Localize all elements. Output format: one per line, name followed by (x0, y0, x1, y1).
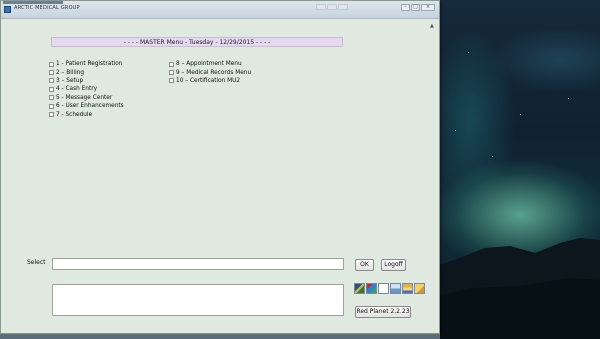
ok-button[interactable]: OK (355, 259, 374, 271)
menu-item-label: 2 – Billing (56, 69, 85, 76)
close-icon (338, 4, 348, 10)
menu-item-label: 3 – Setup (56, 77, 84, 84)
checkbox-icon[interactable] (49, 78, 54, 84)
menu-item-label: 9 – Medical Records Menu (176, 69, 252, 76)
menu-item-label: 10 – Certification MU2 (176, 77, 241, 84)
select-input[interactable] (52, 258, 344, 270)
menu-item-patient-registration[interactable]: 1 - Patient Registration (49, 60, 124, 68)
checkbox-icon[interactable] (49, 103, 54, 109)
menu-item-label: 7 - Schedule (56, 111, 93, 118)
checkbox-icon[interactable] (49, 70, 54, 76)
menu-item-certification-mu2[interactable]: 10 – Certification MU2 (169, 77, 251, 85)
window-title: ARCTIC MEDICAL GROUP (14, 5, 80, 11)
title-bar[interactable]: ARCTIC MEDICAL GROUP – □ × (1, 1, 439, 19)
checkbox-icon[interactable] (49, 112, 54, 118)
folder-icon[interactable] (414, 283, 425, 294)
background-window-controls (316, 4, 348, 10)
checkbox-icon[interactable] (169, 70, 174, 76)
menu-item-label: 8 – Appointment Menu (176, 61, 242, 68)
menu-item-billing[interactable]: 2 – Billing (49, 68, 124, 76)
menu-item-appointment-menu[interactable]: 8 – Appointment Menu (169, 60, 251, 68)
menu-item-message-center[interactable]: 5 - Message Center (49, 94, 124, 102)
menu-item-medical-records-menu[interactable]: 9 – Medical Records Menu (169, 68, 251, 76)
app-icon (4, 6, 11, 13)
checkbox-icon[interactable] (49, 61, 54, 67)
blank-page-icon[interactable] (378, 283, 389, 294)
checkbox-icon[interactable] (49, 86, 54, 92)
app-window: ARCTIC MEDICAL GROUP – □ × ▲ - - - - MAS… (0, 0, 440, 334)
color-grid-icon[interactable] (366, 283, 377, 294)
menu-item-cash-entry[interactable]: 4 - Cash Entry (49, 85, 124, 93)
menu-item-label: 6 - User Enhancements (56, 103, 124, 110)
menu-item-label: 1 - Patient Registration (56, 61, 123, 68)
message-area[interactable] (52, 284, 344, 316)
menu-item-schedule[interactable]: 7 - Schedule (49, 110, 124, 118)
menu-item-user-enhancements[interactable]: 6 - User Enhancements (49, 102, 124, 110)
mountain-silhouette (430, 238, 600, 339)
taskbar-edge (0, 334, 440, 339)
version-button[interactable]: Red Planet 2.2.23 (355, 306, 411, 318)
menu-column-right: 8 – Appointment Menu 9 – Medical Records… (169, 60, 251, 85)
checkbox-icon[interactable] (49, 95, 54, 101)
scroll-up-icon[interactable]: ▲ (430, 23, 434, 29)
minimize-button[interactable]: – (401, 4, 410, 11)
menu-item-label: 5 - Message Center (56, 94, 113, 101)
select-label: Select (27, 259, 46, 266)
palette-icon[interactable] (354, 283, 365, 294)
menu-column-left: 1 - Patient Registration 2 – Billing 3 –… (49, 60, 124, 119)
menu-item-label: 4 - Cash Entry (56, 86, 98, 93)
checkbox-icon[interactable] (169, 78, 174, 84)
menu-item-setup[interactable]: 3 – Setup (49, 77, 124, 85)
close-button[interactable]: × (421, 4, 435, 11)
window-icon[interactable] (390, 283, 401, 294)
toolbar (354, 283, 425, 294)
window-controls: – □ × (401, 4, 435, 11)
maximize-button[interactable]: □ (411, 4, 420, 11)
logoff-button[interactable]: Logoff (381, 259, 406, 271)
chart-icon[interactable] (402, 283, 413, 294)
checkbox-icon[interactable] (169, 61, 174, 67)
taskbar-stripe (3, 1, 63, 4)
minimize-icon (316, 4, 326, 10)
page-title: - - - - MASTER Menu - Tuesday - 12/29/20… (51, 37, 343, 47)
maximize-icon (327, 4, 337, 10)
